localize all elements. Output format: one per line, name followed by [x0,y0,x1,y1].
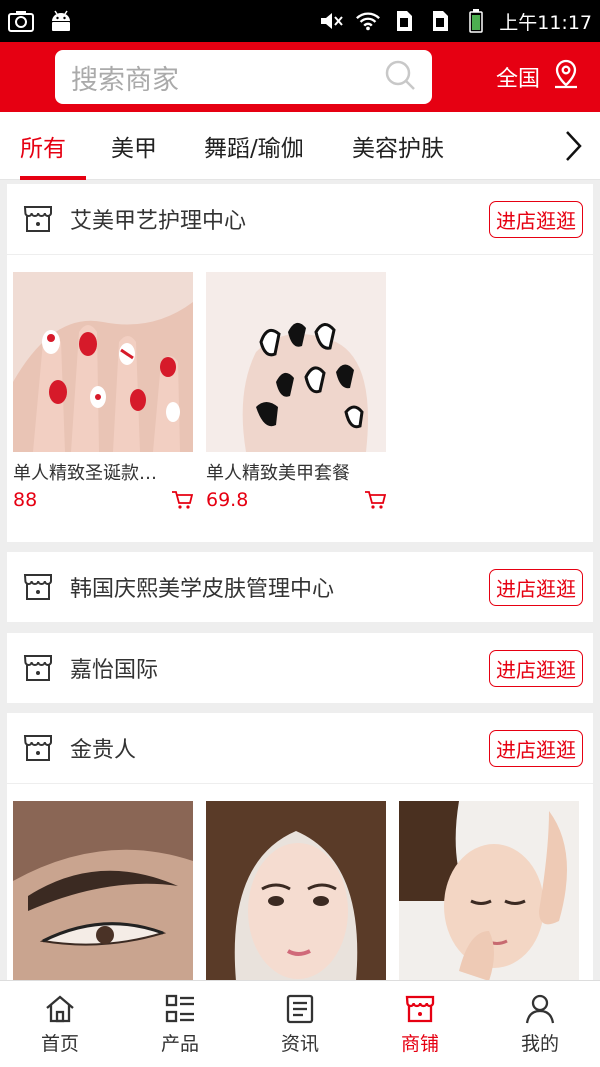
product-image[interactable] [206,801,386,980]
product-image[interactable] [13,801,193,980]
search-box[interactable]: 搜索商家 [55,50,432,104]
region-selector[interactable]: 全国 [496,58,582,96]
product-image[interactable] [206,272,386,452]
product-card[interactable] [399,801,579,980]
shop-name[interactable]: 艾美甲艺护理中心 [70,203,489,235]
user-icon [524,993,556,1025]
store-icon [22,732,54,764]
product-card[interactable] [206,801,386,980]
bottom-navigation: 首页 产品 资讯 商铺 我的 [0,980,600,1067]
nav-news-label: 资讯 [280,1032,319,1055]
product-image[interactable] [399,801,579,980]
nav-profile[interactable]: 我的 [480,981,600,1067]
grid-list-icon [164,993,196,1025]
product-image[interactable] [13,272,193,452]
product-name: 单人精致美甲套餐 [206,463,350,484]
nav-profile-label: 我的 [520,1032,559,1055]
nav-home[interactable]: 首页 [0,981,120,1067]
home-icon [44,993,76,1025]
tab-beauty-skincare[interactable]: 美容护肤 [352,112,444,180]
nav-news[interactable]: 资讯 [240,981,360,1067]
mute-icon [319,9,345,33]
visit-store-button[interactable]: 进店逛逛 [489,729,583,767]
status-time: 上午11:17 [499,11,592,34]
shop-card: 艾美甲艺护理中心 进店逛逛 单人精致圣诞款… 88 单人精致美甲套餐 69.8 [7,184,593,542]
nav-products[interactable]: 产品 [120,981,240,1067]
shop-card: 嘉怡国际 进店逛逛 [7,633,593,703]
battery-icon [463,9,489,33]
product-card[interactable] [13,801,193,980]
chevron-right-icon[interactable] [558,129,588,163]
status-bar: 上午11:17 [0,0,600,42]
shop-name[interactable]: 韩国庆熙美学皮肤管理中心 [70,571,489,603]
product-price: 88 [13,489,38,511]
category-tabs: 所有 美甲 舞蹈/瑜伽 美容护肤 [0,112,600,180]
product-price: 69.8 [206,489,249,511]
nav-stores[interactable]: 商铺 [360,981,480,1067]
screenshot-icon [8,9,34,33]
product-name: 单人精致圣诞款… [13,463,157,484]
cart-icon[interactable] [171,490,194,510]
header-bar: 搜索商家 全国 [0,42,600,112]
visit-store-button[interactable]: 进店逛逛 [489,649,583,687]
tab-all[interactable]: 所有 [20,112,86,180]
nav-home-label: 首页 [40,1032,79,1055]
sim2-icon [427,9,453,33]
nav-products-label: 产品 [160,1032,199,1055]
shop-list: 艾美甲艺护理中心 进店逛逛 单人精致圣诞款… 88 单人精致美甲套餐 69.8 … [0,180,600,980]
shop-name[interactable]: 金贵人 [70,732,489,764]
shop-card: 金贵人 进店逛逛 [7,713,593,980]
cart-icon[interactable] [364,490,387,510]
wifi-icon [355,9,381,33]
tab-dance-yoga[interactable]: 舞蹈/瑜伽 [204,112,304,180]
store-icon [22,571,54,603]
product-card[interactable]: 单人精致圣诞款… 88 [13,272,194,511]
region-label: 全国 [495,67,540,92]
android-icon [48,9,74,33]
shop-name[interactable]: 嘉怡国际 [70,652,489,684]
search-icon[interactable] [384,59,416,95]
location-pin-icon [550,58,582,96]
search-input[interactable]: 搜索商家 [71,58,384,97]
store-icon [22,652,54,684]
visit-store-button[interactable]: 进店逛逛 [489,200,583,238]
news-icon [284,993,316,1025]
store-icon [404,993,436,1025]
tab-manicure[interactable]: 美甲 [111,112,157,180]
shop-card: 韩国庆熙美学皮肤管理中心 进店逛逛 [7,552,593,622]
visit-store-button[interactable]: 进店逛逛 [489,568,583,606]
store-icon [22,203,54,235]
sim1-icon [391,9,417,33]
nav-stores-label: 商铺 [400,1032,439,1055]
product-card[interactable]: 单人精致美甲套餐 69.8 [206,272,387,511]
